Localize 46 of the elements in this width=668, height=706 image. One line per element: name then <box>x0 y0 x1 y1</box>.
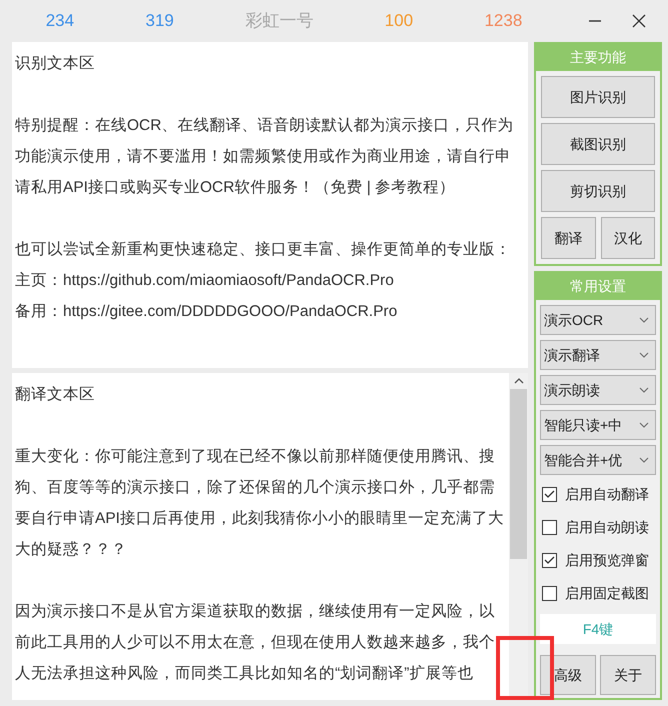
translation-text-area[interactable]: 翻译文本区 重大变化：你可能注意到了现在已经不像以前那样随便使用腾讯、搜狗、百度等等的演示接口，除了还保留的几个演示接口外，几乎都需要自行申请API接口后再使用，此刻我猜你小小的眼睛里一定充满了大大的疑惑？？？ 因为演示接口不是从官方渠道获取的数据，继续使用有一定风险，以前此工具用的人少可以不用太在意，但现在使用人数越来越多，我个人无法承担这种风险，而同类工具比如知名的“划词翻译”扩展等也 <box>12 373 528 700</box>
counter-text: 100 <box>384 10 414 32</box>
bottom-button[interactable]: 高级 <box>540 655 596 695</box>
dropdown[interactable]: 演示翻译 <box>540 340 656 370</box>
chevron-down-icon <box>639 457 649 463</box>
function-button[interactable]: 截图识别 <box>541 123 655 165</box>
paragraph-text: 主页：https://github.com/miaomiaosoft/PandaOCR.Pro <box>15 270 395 291</box>
paragraph-text: 特别提醒：在线OCR、在线翻译、语音朗读默认都为演示接口，只作为功能演示使用，请不要滥用！如需频繁使用或作为商业用途，请自行申请私用API接口或购买专业OCR软件服务！（免费 | 参考教程） <box>15 116 514 198</box>
bottom-button[interactable]: 关于 <box>600 655 656 695</box>
checkbox[interactable] <box>542 486 557 502</box>
function-button[interactable]: 翻译 <box>541 217 596 259</box>
checkbox[interactable] <box>542 520 557 534</box>
paragraph-text: 重大变化：你可能注意到了现在已经不像以前那样随便使用腾讯、搜狗、百度等等的演示接口，除了还保留的几个演示接口外，几乎都需要自行申请API接口后再使用，此刻我猜你小小的眼睛里一定充满了大大的疑惑？？？ <box>15 447 505 560</box>
counter-text: 彩虹一号 <box>245 10 314 32</box>
function-button[interactable]: 汉化 <box>600 217 655 259</box>
function-button[interactable]: 图片识别 <box>541 76 655 118</box>
check-icon <box>544 556 555 564</box>
highlight-frame <box>496 636 554 700</box>
checkbox-option[interactable]: 启用固定截图 <box>540 579 656 607</box>
chevron-down-icon <box>639 422 649 428</box>
panel-title: 常用设置 <box>536 273 660 300</box>
dropdown[interactable]: 演示朗读 <box>540 375 656 405</box>
dropdown[interactable]: 演示OCR <box>540 305 656 335</box>
dropdown[interactable]: 智能合并+优 <box>540 445 656 475</box>
checkbox-option[interactable]: 启用自动翻译 <box>540 480 656 508</box>
counter-text: 1238 <box>484 10 522 32</box>
counter-text: 234 <box>46 10 74 32</box>
checkbox-option[interactable]: 启用自动朗读 <box>540 513 656 541</box>
paragraph-text: 备用：https://gitee.com/DDDDDGOOO/PandaOCR.Pro <box>15 302 398 322</box>
close-icon[interactable] <box>632 14 646 28</box>
checkbox[interactable] <box>542 586 557 600</box>
area-heading: 识别文本区 <box>15 54 96 74</box>
checkbox-option[interactable]: 启用预览弹窗 <box>540 546 656 574</box>
function-button[interactable]: 剪切识别 <box>541 170 655 212</box>
area-heading: 翻译文本区 <box>15 385 96 405</box>
dropdown[interactable]: 智能只读+中 <box>540 410 656 440</box>
paragraph-text: 也可以尝试全新重构更快速稳定、接口更丰富、操作更简单的专业版： <box>15 240 512 260</box>
chevron-down-icon <box>639 317 649 323</box>
counter-text: 319 <box>145 10 174 32</box>
chevron-down-icon <box>639 352 649 358</box>
check-icon <box>544 490 555 498</box>
paragraph-text: 因为演示接口不是从官方渠道获取的数据，继续使用有一定风险，以前此工具用的人少可以不用太在意，但现在使用人数越来越多，我个人无法承担这种风险，而同类工具比如知名的“划词翻译”扩展等也 <box>15 602 496 684</box>
chevron-down-icon <box>639 387 649 393</box>
panel-title: 主要功能 <box>536 44 660 71</box>
checkbox[interactable] <box>542 552 557 568</box>
scrollbar-thumb[interactable] <box>510 389 527 559</box>
